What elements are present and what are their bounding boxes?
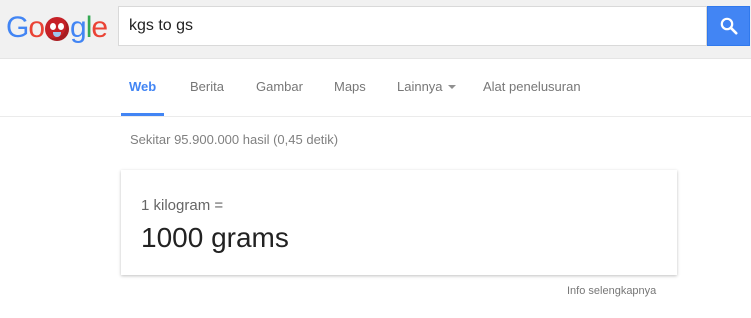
google-logo[interactable]: Gogle: [6, 8, 108, 48]
result-stats: Sekitar 95.900.000 hasil (0,45 detik): [130, 132, 339, 147]
tab-lainnya[interactable]: Lainnya: [397, 58, 456, 116]
search-box[interactable]: [118, 6, 707, 46]
tab-maps[interactable]: Maps: [334, 58, 366, 116]
tab-berita[interactable]: Berita: [190, 58, 224, 116]
logo-letter-e: e: [91, 11, 108, 44]
search-icon: [720, 17, 738, 35]
search-input[interactable]: [129, 7, 689, 45]
logo-letter-g2: g: [70, 11, 87, 44]
search-button[interactable]: [707, 6, 750, 46]
header-bar: Gogle: [0, 0, 751, 59]
chevron-down-icon: [447, 84, 456, 89]
conversion-from: 1 kilogram =: [141, 197, 224, 214]
conversion-result: 1000 grams: [141, 222, 289, 253]
tab-web[interactable]: Web: [120, 58, 165, 116]
tab-search-tools[interactable]: Alat penelusuran: [483, 58, 581, 116]
logo-letter-o: o: [28, 11, 45, 44]
unit-conversion-card: 1 kilogram = 1000 grams: [121, 170, 677, 275]
tab-gambar[interactable]: Gambar: [256, 58, 303, 116]
tab-lainnya-label: Lainnya: [397, 79, 443, 94]
logo-letter-g: G: [6, 11, 29, 44]
doodle-face-icon: [45, 17, 70, 41]
search-tabs: Web Berita Gambar Maps Lainnya Alat pene…: [0, 58, 751, 117]
more-info-link[interactable]: Info selengkapnya: [567, 285, 656, 297]
